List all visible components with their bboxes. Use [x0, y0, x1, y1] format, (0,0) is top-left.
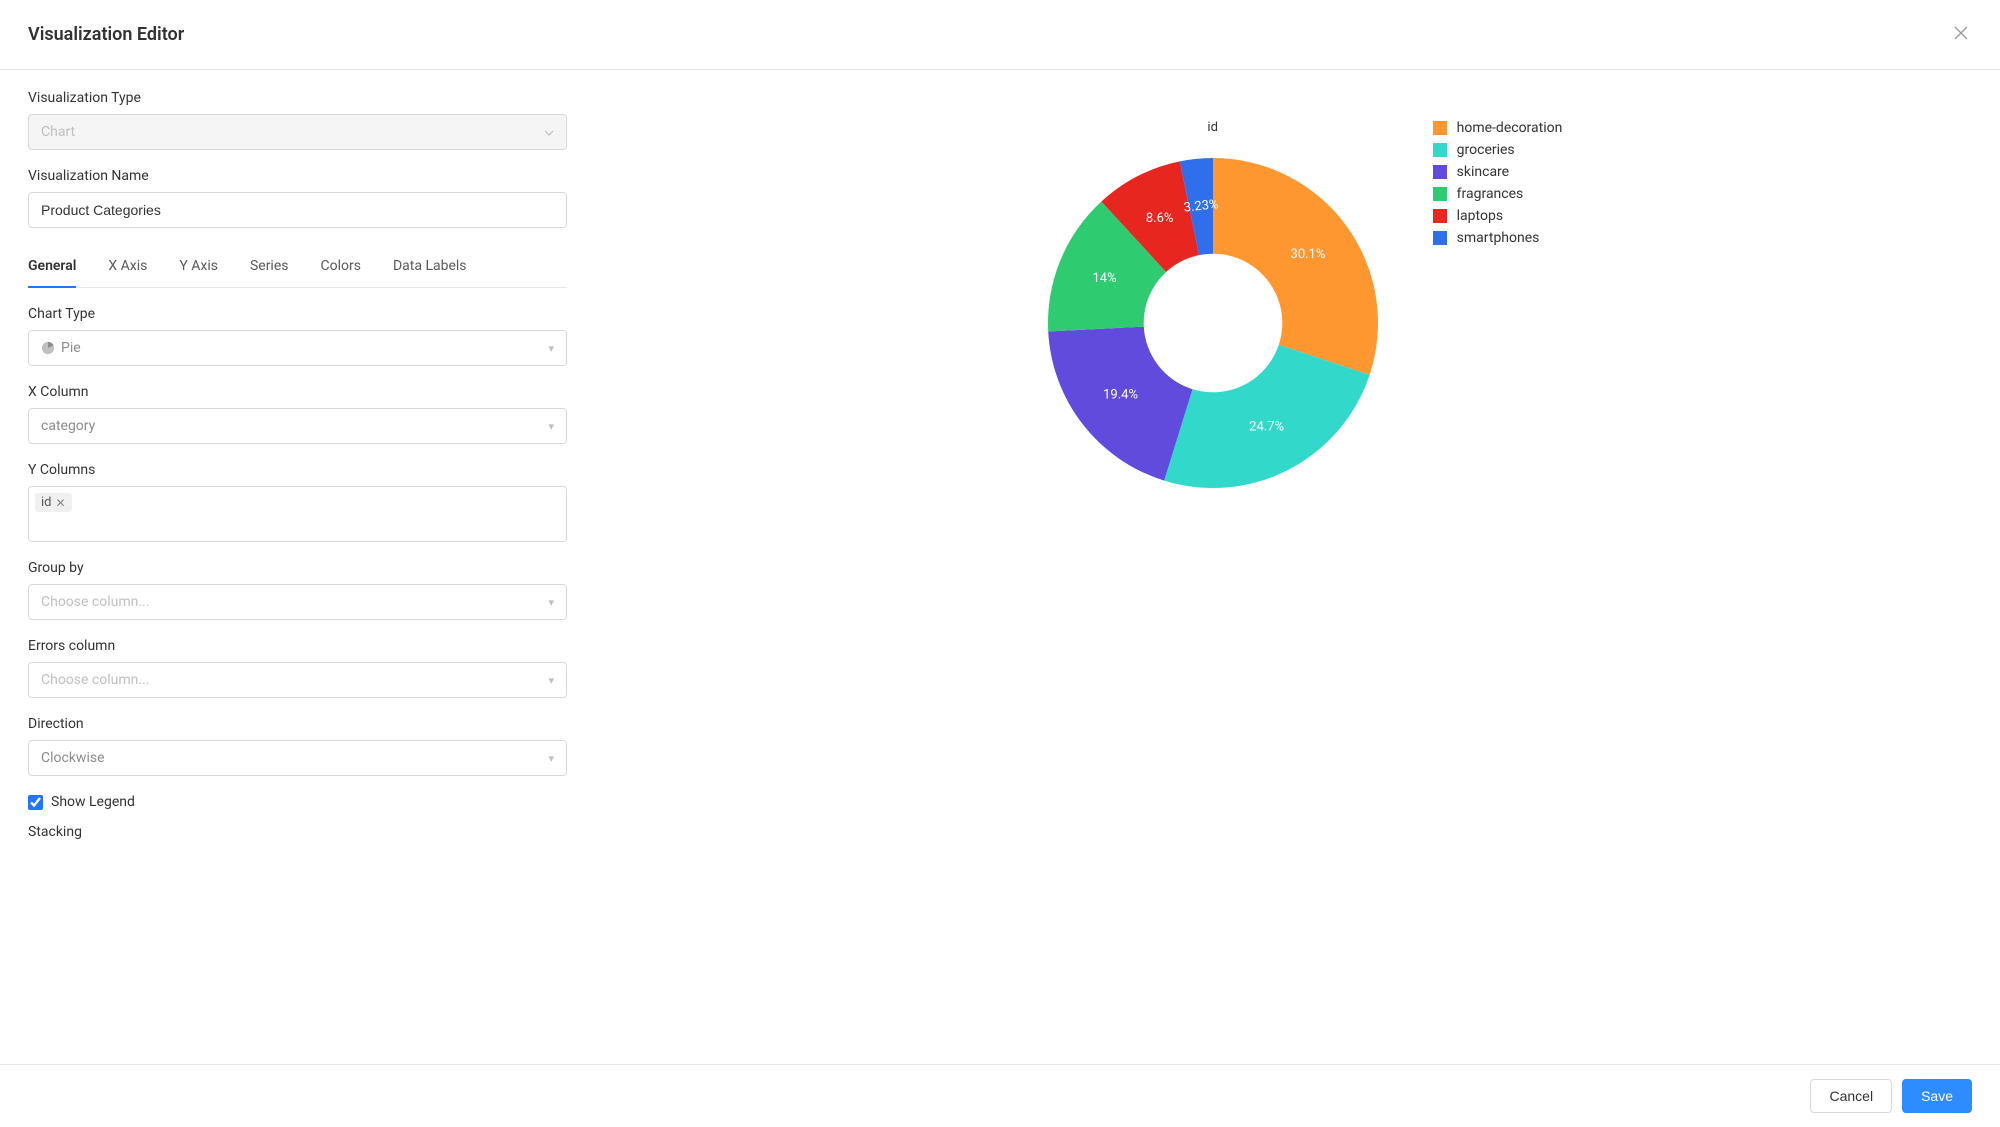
chevron-down-icon: ▾ [548, 752, 554, 765]
legend-swatch [1433, 187, 1447, 201]
tab-data-labels[interactable]: Data Labels [393, 246, 467, 288]
x-column-value: category [41, 418, 95, 434]
legend-item-home-decoration[interactable]: home-decoration [1433, 120, 1563, 136]
legend-swatch [1433, 143, 1447, 157]
show-legend-checkbox[interactable] [28, 795, 43, 810]
groupby-group: Group by Choose column... ▾ [28, 560, 567, 620]
errors-column-placeholder: Choose column... [41, 672, 149, 688]
legend-item-laptops[interactable]: laptops [1433, 208, 1563, 224]
show-legend-label: Show Legend [51, 794, 135, 810]
chevron-down-icon: ▾ [548, 674, 554, 687]
viz-name-input[interactable] [41, 202, 554, 218]
tab-y-axis[interactable]: Y Axis [179, 246, 218, 288]
x-column-select[interactable]: category ▾ [28, 408, 567, 444]
groupby-placeholder: Choose column... [41, 594, 149, 610]
visualization-editor-modal: Visualization Editor Visualization Type … [0, 0, 2000, 1127]
slice-label: 19.4% [1103, 387, 1138, 402]
close-icon [1954, 26, 1968, 40]
slice-label: 8.6% [1146, 211, 1174, 226]
legend-swatch [1433, 231, 1447, 245]
legend-label: groceries [1457, 142, 1515, 158]
chart-preview: id 30.1%24.7%19.4%14%8.6%3.23% home-deco… [623, 90, 1972, 507]
legend-label: home-decoration [1457, 120, 1563, 136]
chevron-down-icon [544, 126, 554, 139]
cancel-button[interactable]: Cancel [1810, 1079, 1892, 1113]
settings-tabs: General X Axis Y Axis Series Colors Data Labe… [28, 246, 567, 288]
y-columns-label: Y Columns [28, 462, 567, 478]
tab-series[interactable]: Series [250, 246, 289, 288]
viz-name-group: Visualization Name [28, 168, 567, 228]
chart-type-value: Pie [41, 340, 81, 356]
modal-header: Visualization Editor [0, 0, 2000, 70]
legend-item-skincare[interactable]: skincare [1433, 164, 1563, 180]
legend-label: smartphones [1457, 230, 1540, 246]
viz-type-label: Visualization Type [28, 90, 567, 106]
chart-type-label: Chart Type [28, 306, 567, 322]
modal-title: Visualization Editor [28, 24, 184, 45]
settings-panel: Visualization Type Chart Visualization N… [0, 70, 595, 1064]
save-button[interactable]: Save [1902, 1079, 1972, 1113]
legend-swatch [1433, 121, 1447, 135]
donut-chart: id 30.1%24.7%19.4%14%8.6%3.23% [1033, 120, 1393, 507]
viz-type-value: Chart [41, 124, 75, 140]
legend-item-fragrances[interactable]: fragrances [1433, 186, 1563, 202]
direction-value: Clockwise [41, 750, 105, 766]
y-column-tag: id✕ [35, 493, 72, 512]
direction-group: Direction Clockwise ▾ [28, 716, 567, 776]
legend-label: skincare [1457, 164, 1509, 180]
legend-item-smartphones[interactable]: smartphones [1433, 230, 1563, 246]
slice-label: 14% [1092, 271, 1116, 286]
chart-legend: home-decoration groceries skincare fragranc… [1433, 120, 1563, 246]
stacking-label: Stacking [28, 824, 567, 840]
direction-label: Direction [28, 716, 567, 732]
slice-label: 24.7% [1249, 420, 1284, 435]
groupby-select[interactable]: Choose column... ▾ [28, 584, 567, 620]
x-column-label: X Column [28, 384, 567, 400]
chevron-down-icon: ▾ [548, 420, 554, 433]
chart-title: id [1033, 120, 1393, 135]
preview-panel: id 30.1%24.7%19.4%14%8.6%3.23% home-deco… [595, 70, 2000, 1064]
viz-type-group: Visualization Type Chart [28, 90, 567, 150]
chevron-down-icon: ▾ [548, 596, 554, 609]
viz-name-input-wrap [28, 192, 567, 228]
donut-slice-home-decoration[interactable] [1213, 158, 1378, 375]
errors-column-label: Errors column [28, 638, 567, 654]
chart-type-select[interactable]: Pie ▾ [28, 330, 567, 366]
modal-body: Visualization Type Chart Visualization N… [0, 70, 2000, 1064]
legend-swatch [1433, 209, 1447, 223]
errors-column-group: Errors column Choose column... ▾ [28, 638, 567, 698]
y-columns-group: Y Columns id✕ [28, 462, 567, 542]
direction-select[interactable]: Clockwise ▾ [28, 740, 567, 776]
tab-general[interactable]: General [28, 246, 76, 288]
legend-label: laptops [1457, 208, 1503, 224]
pie-icon [41, 341, 55, 355]
tab-colors[interactable]: Colors [321, 246, 361, 288]
errors-column-select[interactable]: Choose column... ▾ [28, 662, 567, 698]
modal-footer: Cancel Save [0, 1064, 2000, 1127]
donut-slice-groceries[interactable] [1164, 345, 1369, 488]
viz-type-select[interactable]: Chart [28, 114, 567, 150]
tab-x-axis[interactable]: X Axis [108, 246, 147, 288]
slice-label: 30.1% [1290, 247, 1325, 262]
donut-svg: 30.1%24.7%19.4%14%8.6%3.23% [1033, 143, 1393, 503]
legend-item-groceries[interactable]: groceries [1433, 142, 1563, 158]
chart-type-group: Chart Type Pie ▾ [28, 306, 567, 366]
viz-name-label: Visualization Name [28, 168, 567, 184]
x-column-group: X Column category ▾ [28, 384, 567, 444]
chevron-down-icon: ▾ [548, 342, 554, 355]
legend-swatch [1433, 165, 1447, 179]
legend-label: fragrances [1457, 186, 1524, 202]
y-columns-input[interactable]: id✕ [28, 486, 567, 542]
groupby-label: Group by [28, 560, 567, 576]
close-button[interactable] [1950, 20, 1972, 49]
show-legend-row: Show Legend [28, 794, 567, 810]
remove-tag-icon[interactable]: ✕ [56, 496, 66, 510]
donut-slice-skincare[interactable] [1048, 327, 1192, 481]
